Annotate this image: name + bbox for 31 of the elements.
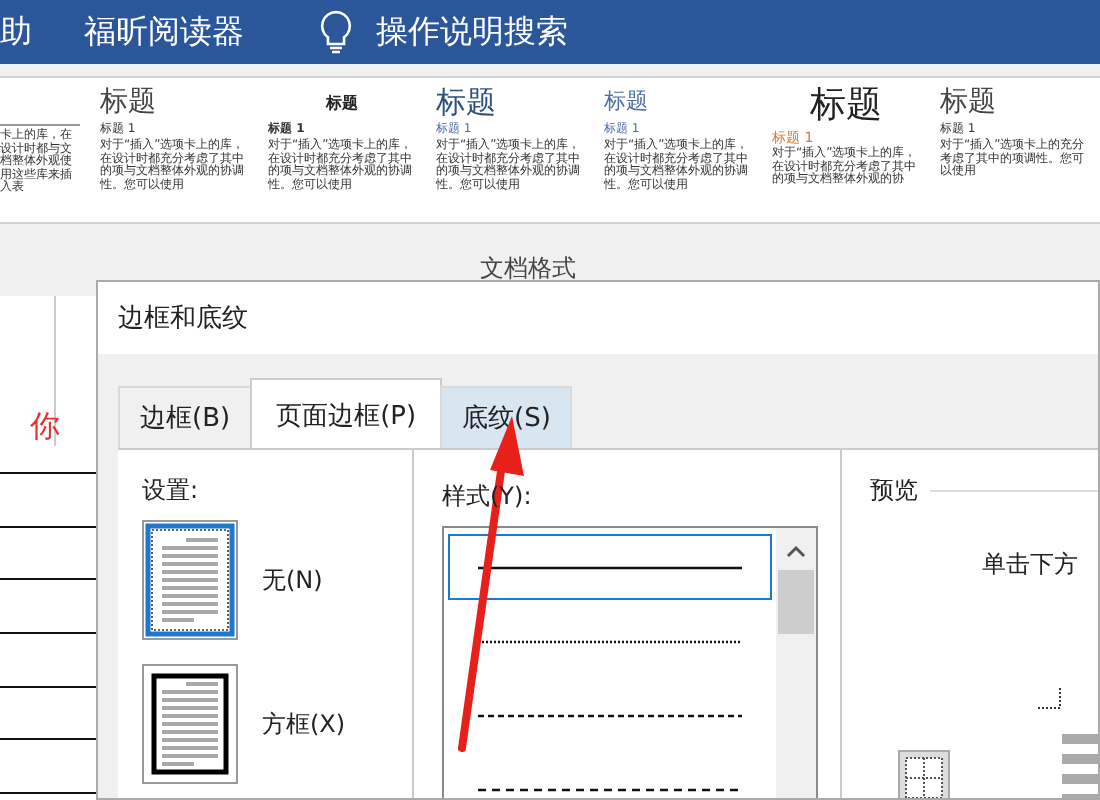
preset-title: 标题 (323, 90, 360, 116)
preset-title: 标题 (604, 86, 650, 118)
line-style-option[interactable] (448, 534, 772, 601)
setting-option[interactable]: 无(N) (142, 520, 323, 640)
line-sample-icon (478, 786, 742, 795)
dialog-tab[interactable]: 边框(B) (118, 386, 253, 448)
border-grid-icon[interactable] (898, 750, 950, 798)
group-label: 文档格式 (480, 252, 576, 286)
dialog-title: 边框和底纹 (98, 282, 1098, 354)
scroll-up-icon[interactable] (786, 544, 806, 560)
dialog-tab[interactable]: 页面边框(P) (250, 378, 443, 448)
line-sample-icon (478, 637, 742, 646)
scrollbar-thumb[interactable] (778, 570, 814, 634)
tell-me-search[interactable]: 操作说明搜索 (376, 11, 568, 53)
settings-label: 设置: (142, 474, 201, 508)
preset-title: 标题 (940, 86, 998, 118)
preset-title: 标题 (808, 86, 884, 126)
preview-label: 预览 (870, 474, 918, 508)
document-text: 你 (30, 408, 60, 446)
scrollbar[interactable] (776, 528, 816, 798)
preview-hint: 单击下方 (982, 548, 1078, 582)
preset-title: 标题 (100, 86, 158, 118)
line-sample-icon (478, 712, 742, 721)
line-sample-icon (478, 563, 742, 572)
lightbulb-icon[interactable] (320, 10, 352, 54)
ribbon-tab[interactable]: 助 (0, 11, 32, 53)
dialog-tab[interactable]: 底纹(S) (440, 386, 573, 448)
preset-title: 标题 (436, 86, 498, 118)
setting-option[interactable]: 方框(X) (142, 664, 346, 784)
corner-mark-icon (1038, 686, 1062, 710)
ribbon-tab[interactable]: 福昕阅读器 (84, 11, 244, 53)
